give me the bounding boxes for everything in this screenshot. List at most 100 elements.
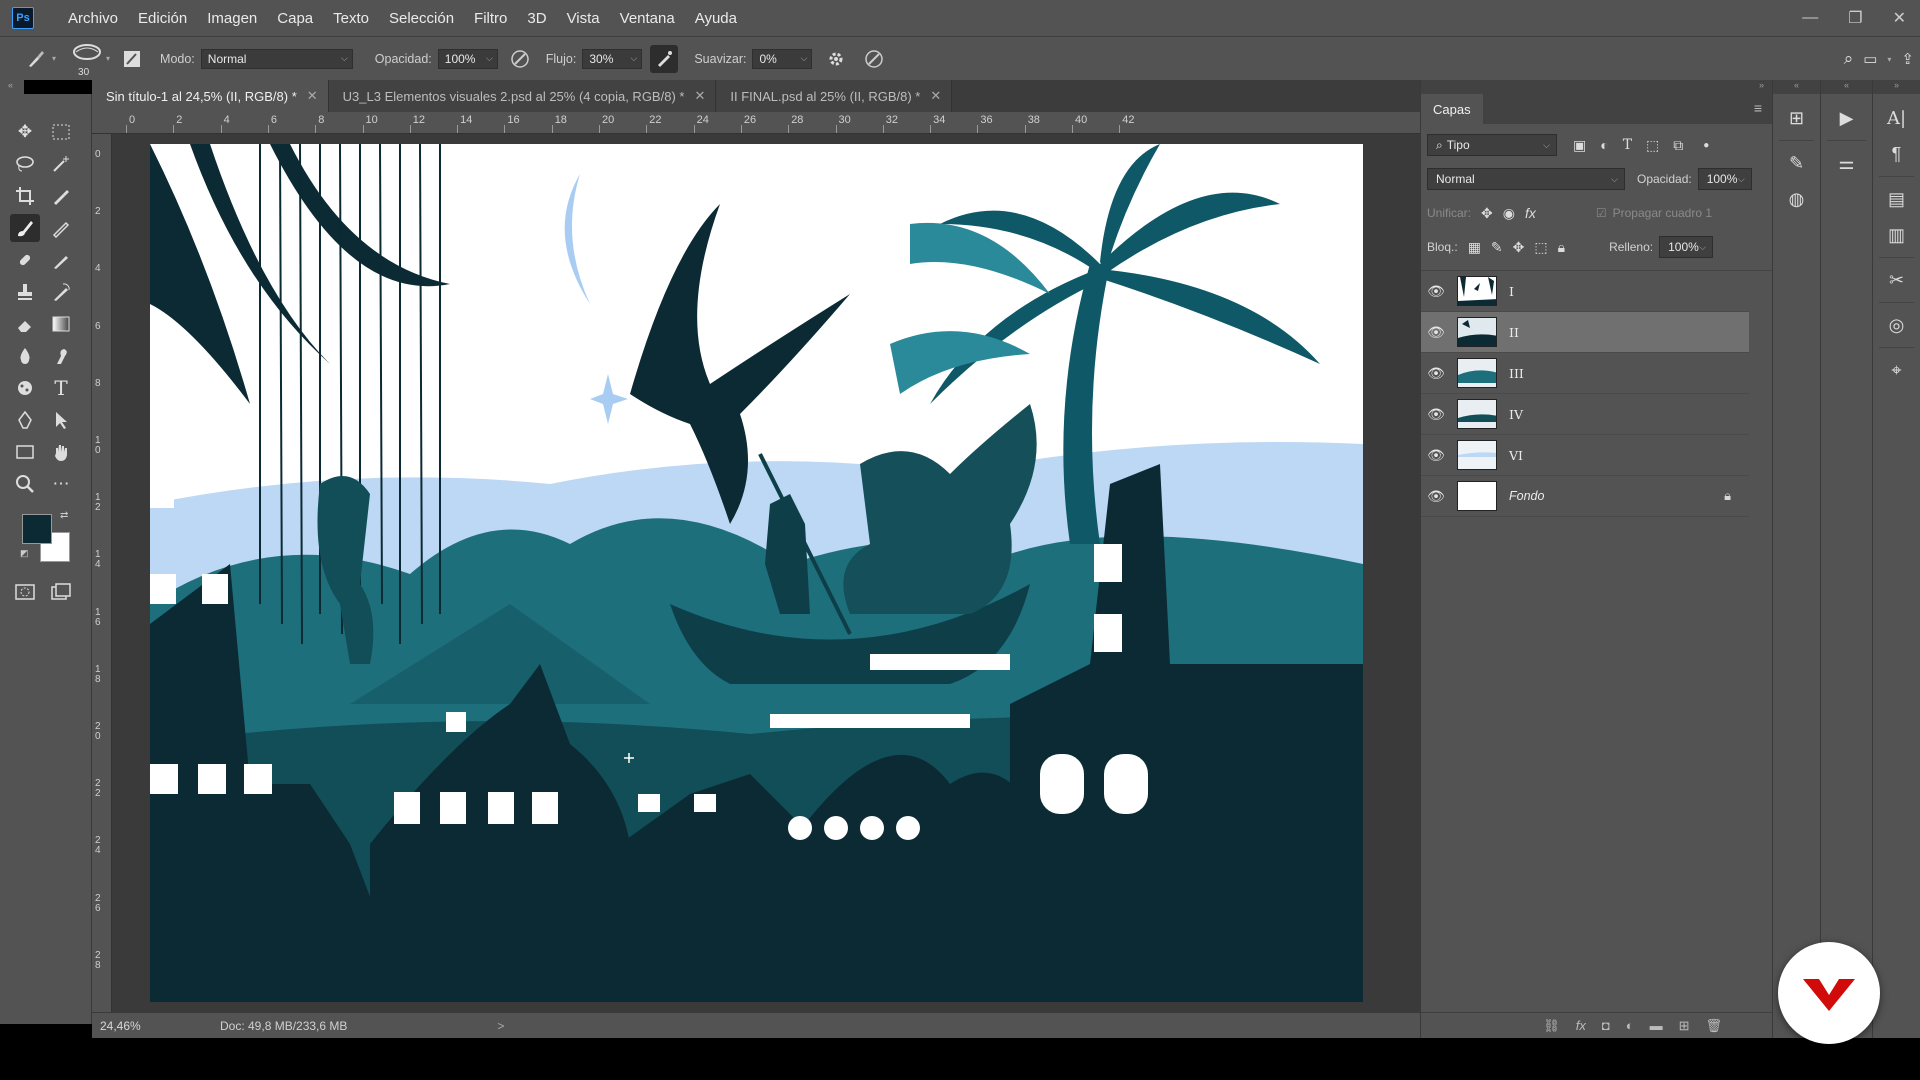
lock-transparency-icon[interactable]: ▦ [1468, 239, 1481, 256]
gradient-tool-icon[interactable] [46, 310, 76, 338]
fx-icon[interactable]: fx [1576, 1018, 1586, 1033]
layer-filter-select[interactable]: ⌕ Tipo ⌵ [1427, 134, 1557, 156]
layer-name[interactable]: II [1509, 325, 1519, 340]
brush-size-picker[interactable]: 30 [70, 42, 104, 78]
panel-menu-icon[interactable]: ≡ [1754, 100, 1762, 116]
layer-row-i[interactable]: 👁︎ I [1421, 271, 1749, 312]
smudge-tool-icon[interactable] [46, 342, 76, 370]
tab-u3-l3[interactable]: U3_L3 Elementos visuales 2.psd al 25% (4… [328, 80, 717, 112]
tool-presets-icon[interactable]: ✂ [1873, 262, 1920, 298]
history-brush-tool-icon[interactable] [46, 278, 76, 306]
menu-capa[interactable]: Capa [267, 10, 323, 27]
collapse-icon[interactable]: » [1873, 80, 1920, 94]
menu-texto[interactable]: Texto [323, 10, 379, 27]
layer-lock-icon[interactable]: 🔒︎ [1724, 488, 1731, 504]
layer-name[interactable]: I [1509, 284, 1514, 299]
layer-name[interactable]: Fondo [1509, 489, 1544, 503]
menu-edicion[interactable]: Edición [128, 10, 197, 27]
brush-tool-icon[interactable] [10, 214, 40, 242]
tab-ii-final[interactable]: II FINAL.psd al 25% (II, RGB/8) * ✕ [716, 80, 953, 112]
paragraph-icon[interactable]: ¶ [1873, 136, 1920, 172]
zoom-tool-icon[interactable] [10, 470, 40, 498]
gear-icon[interactable] [822, 45, 850, 73]
toolbar-collapse-icon[interactable]: « [0, 80, 24, 94]
menu-filtro[interactable]: Filtro [464, 10, 517, 27]
crop-tool-icon[interactable] [10, 182, 40, 210]
lock-pixels-icon[interactable]: ✎ [1491, 239, 1503, 256]
clone-stamp-tool-icon[interactable] [10, 278, 40, 306]
mode-select[interactable]: Normal ⌵ [200, 48, 353, 69]
eyedropper-tool-icon[interactable] [46, 182, 76, 210]
spot-healing-tool-icon[interactable] [10, 246, 40, 274]
close-icon[interactable]: ✕ [930, 88, 941, 104]
character-icon[interactable]: A| [1873, 100, 1920, 136]
lock-all-icon[interactable]: 🔒︎ [1558, 239, 1565, 256]
layer-row-fondo[interactable]: 👁︎ Fondo 🔒︎ [1421, 476, 1749, 517]
pressure-size-icon[interactable] [860, 45, 888, 73]
chevron-down-icon[interactable]: ▾ [52, 54, 56, 63]
lock-position-icon[interactable]: ✥ [1513, 239, 1525, 256]
filter-pixel-icon[interactable]: ▣ [1573, 137, 1586, 154]
close-icon[interactable]: ✕ [1893, 8, 1906, 28]
layer-row-iii[interactable]: 👁︎ III [1421, 353, 1749, 394]
screen-mode-icon[interactable] [46, 578, 76, 606]
libraries-icon[interactable]: ⊞ [1773, 100, 1820, 136]
color-wheel-icon[interactable]: ◍ [1773, 181, 1820, 217]
close-icon[interactable]: ✕ [694, 88, 705, 104]
adjust-sliders-icon[interactable]: ⚌ [1821, 145, 1872, 181]
unify-position-icon[interactable]: ✥ [1481, 205, 1493, 222]
filter-toggle-icon[interactable]: ● [1703, 140, 1709, 151]
play-actions-icon[interactable]: ▶ [1821, 100, 1872, 136]
unify-visibility-icon[interactable]: ◉ [1503, 205, 1515, 222]
menu-vista[interactable]: Vista [557, 10, 610, 27]
swap-colors-icon[interactable]: ⇄ [60, 510, 68, 521]
blur-tool-icon[interactable] [10, 342, 40, 370]
smooth-field[interactable]: 0% ⌵ [752, 48, 813, 69]
layer-row-vi[interactable]: 👁︎ VI [1421, 435, 1749, 476]
document-canvas[interactable] [150, 144, 1363, 1002]
close-icon[interactable]: ✕ [307, 88, 318, 104]
menu-archivo[interactable]: Archivo [58, 10, 128, 27]
layer-name[interactable]: III [1509, 366, 1524, 381]
minimize-icon[interactable]: — [1802, 9, 1818, 27]
pen-tool-icon[interactable] [10, 406, 40, 434]
mixer-brush-tool-icon[interactable] [46, 246, 76, 274]
menu-seleccion[interactable]: Selección [379, 10, 464, 27]
brush-panel-icon[interactable] [118, 45, 146, 73]
new-group-icon[interactable]: ▬ [1650, 1018, 1663, 1033]
collapse-icon[interactable]: « [1821, 80, 1872, 94]
lasso-tool-icon[interactable] [10, 150, 40, 178]
flow-field[interactable]: 30% ⌵ [582, 48, 643, 69]
adjustment-layer-icon[interactable]: ◐ [1626, 1018, 1634, 1033]
share-icon[interactable]: ⇪ [1901, 50, 1914, 68]
magic-wand-tool-icon[interactable] [46, 150, 76, 178]
new-layer-icon[interactable]: ⊞ [1679, 1018, 1690, 1034]
unify-style-icon[interactable]: fx [1525, 205, 1536, 221]
path-selection-tool-icon[interactable] [46, 406, 76, 434]
default-colors-icon[interactable]: ◩ [20, 548, 29, 559]
marquee-tool-icon[interactable] [46, 118, 76, 146]
layer-name[interactable]: VI [1509, 448, 1523, 463]
menu-imagen[interactable]: Imagen [197, 10, 267, 27]
filter-shape-icon[interactable]: ⬚ [1646, 137, 1659, 154]
chevron-down-icon[interactable]: ▾ [1887, 55, 1891, 64]
visibility-eye-icon[interactable]: 👁︎ [1421, 488, 1451, 505]
properties-icon[interactable]: ▤ [1873, 181, 1920, 217]
quick-mask-icon[interactable] [10, 578, 40, 606]
fill-field[interactable]: 100% ⌵ [1659, 236, 1714, 258]
status-menu-arrow[interactable]: > [497, 1019, 504, 1033]
filter-adjustment-icon[interactable]: ◐ [1600, 137, 1608, 153]
link-layers-icon[interactable]: ⛓︎ [1543, 1018, 1560, 1034]
hand-tool-icon[interactable] [46, 438, 76, 466]
visibility-eye-icon[interactable]: 👁︎ [1421, 406, 1451, 423]
filter-type-icon[interactable]: T [1623, 137, 1632, 153]
zoom-level[interactable]: 24,46% [100, 1019, 220, 1033]
brush-settings-icon[interactable]: ✎ [1773, 145, 1820, 181]
airbrush-icon[interactable] [650, 44, 679, 73]
type-tool-icon[interactable]: T [46, 374, 76, 402]
menu-3d[interactable]: 3D [517, 10, 556, 27]
chevron-down-icon[interactable]: ▾ [106, 54, 110, 63]
sponge-tool-icon[interactable] [10, 374, 40, 402]
move-tool-icon[interactable]: ✥ [10, 118, 40, 146]
tab-sin-titulo[interactable]: Sin título-1 al 24,5% (II, RGB/8) * ✕ [92, 80, 329, 112]
